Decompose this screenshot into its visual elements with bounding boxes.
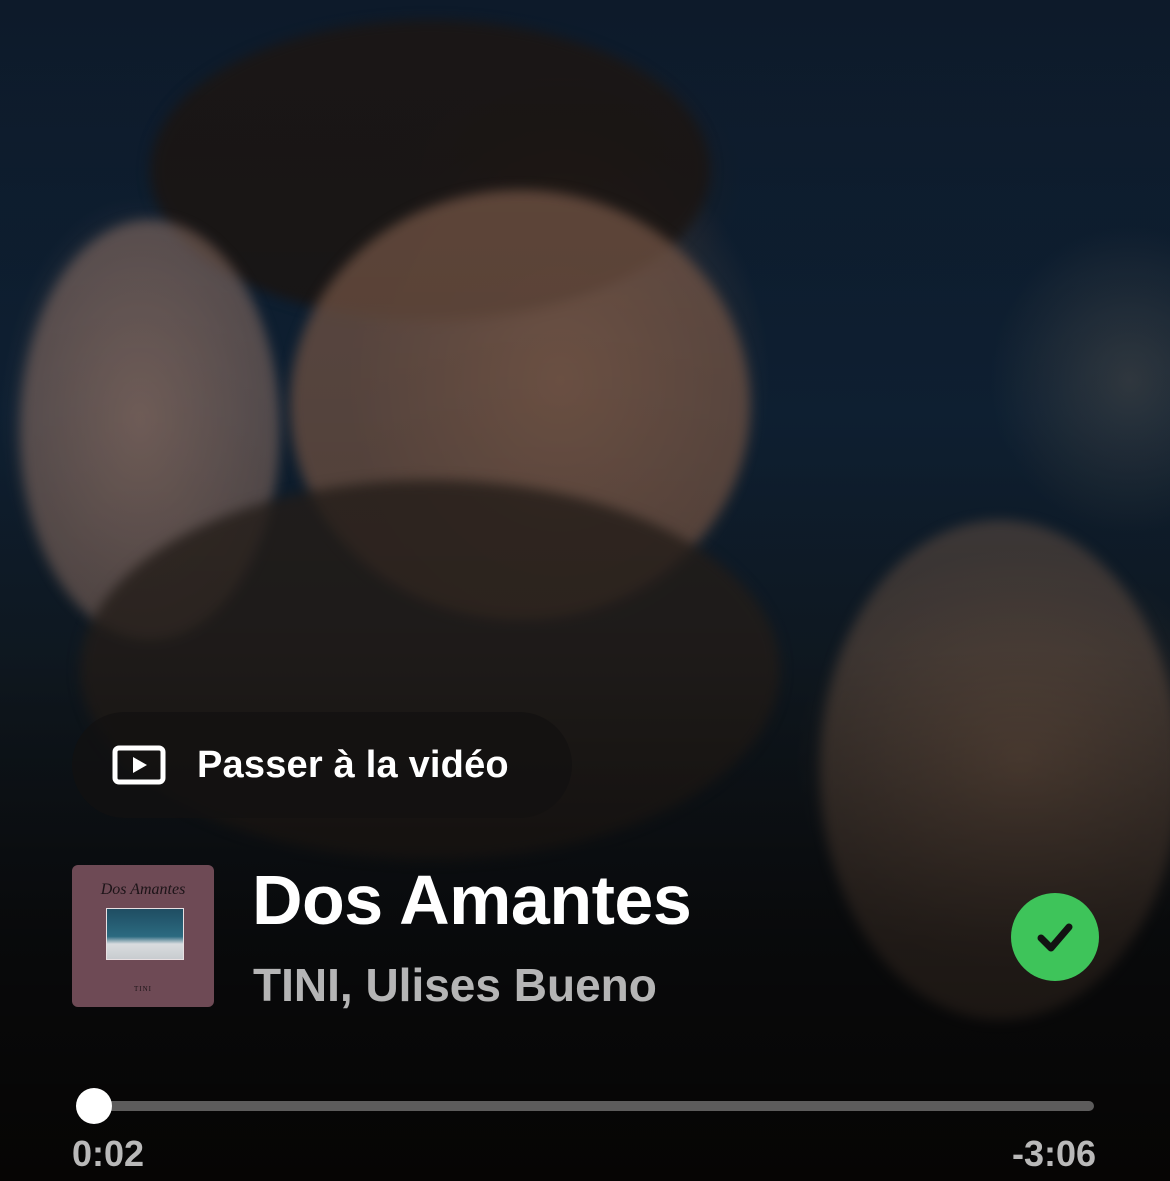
remaining-time: -3:06 [1011,1133,1096,1174]
video-play-icon [112,745,166,785]
album-cover-photo [106,908,184,960]
switch-to-video-button[interactable]: Passer à la vidéo [72,712,572,818]
elapsed-time: 0:02 [72,1133,145,1174]
saved-to-library-button[interactable] [1011,893,1099,981]
album-cover-artist: TINI [134,985,152,993]
album-cover[interactable]: Dos Amantes TINI [72,865,214,1007]
playback-progress-bar[interactable] [76,1088,1094,1124]
switch-to-video-label: Passer à la vidéo [197,743,509,786]
now-playing-screen: Passer à la vidéo Dos Amantes TINI Dos A… [0,0,1170,1181]
album-cover-title: Dos Amantes [100,881,186,898]
check-icon [1037,923,1073,952]
playback-scrubber-handle[interactable] [76,1088,113,1124]
track-title[interactable]: Dos Amantes [252,860,692,940]
track-artists[interactable]: TINI, Ulises Bueno [253,958,657,1012]
